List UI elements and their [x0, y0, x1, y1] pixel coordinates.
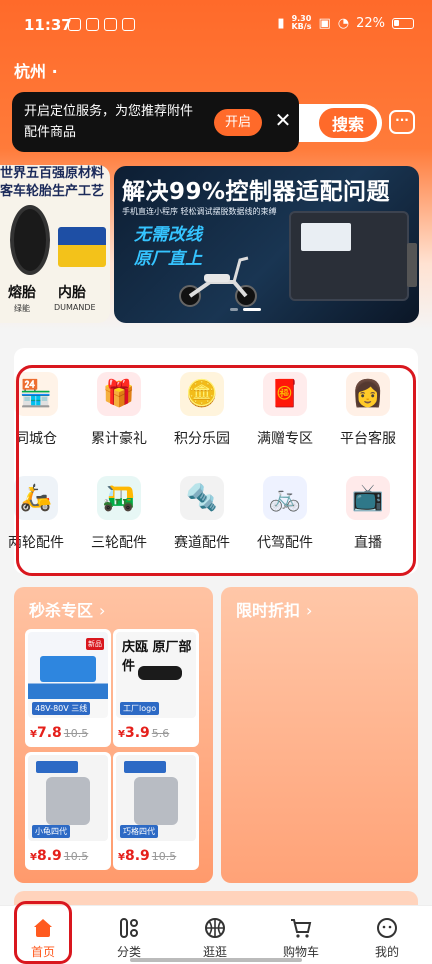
battery-icon: [392, 17, 414, 29]
pagination-dot: [230, 308, 238, 311]
nav-profile[interactable]: 我的: [344, 906, 430, 964]
nav-label: 我的: [374, 945, 399, 959]
chevron-right-icon: ›: [306, 601, 313, 620]
battery-pack-icon: 新品 48V-80V 三线: [28, 632, 108, 718]
time-discount-title-text: 限时折扣: [236, 601, 301, 620]
location-tip-text: 开启定位服务，为您推荐附件配件商品: [24, 104, 194, 140]
time-discount-section[interactable]: 限时折扣 ›: [221, 587, 418, 883]
flash-sale-title-text: 秒杀专区: [29, 601, 94, 620]
product-price-value: 8.9: [36, 848, 62, 864]
sim-icon: ▣: [318, 15, 331, 31]
banner-subline: 手机直连小程序 轻松调试摆脱数据线的束缚: [122, 207, 277, 216]
message-icon[interactable]: ···: [389, 110, 415, 134]
product-card[interactable]: 庆瓯 原厂部件工厂logo ¥3.9 5.6: [113, 629, 199, 747]
app-icon: [104, 18, 117, 31]
banner-pagination: [230, 308, 261, 311]
controller-image: [289, 211, 417, 301]
banner-slide-current[interactable]: 解决99%控制器适配问题 手机直连小程序 轻松调试摆脱数据线的束缚 无需改线 原…: [114, 166, 419, 323]
tire-image: [10, 205, 50, 275]
product-price-value: 7.8: [36, 725, 62, 741]
category-highlight-outline: [16, 365, 416, 576]
status-notification-icons: [68, 18, 135, 31]
nav-category[interactable]: 分类: [86, 906, 172, 964]
network-speed: 9.30 KB/s: [291, 15, 311, 31]
cart-icon: [289, 916, 313, 940]
banner-headline: 解决99%控制器适配问题: [122, 179, 391, 205]
product-image-title: 庆瓯 原厂部件: [122, 640, 192, 674]
caption-right: 内胎: [58, 285, 86, 301]
currency-symbol: ¥: [30, 852, 37, 863]
banner-left-title: 世界五百强原材料 客车轮胎生产工艺: [0, 165, 110, 201]
location-permission-tip: 开启定位服务，为您推荐附件配件商品 开启 ✕: [12, 92, 299, 152]
city-name: 杭州: [14, 62, 47, 81]
product-card[interactable]: 新品 48V-80V 三线 ¥7.8 10.5: [25, 629, 111, 747]
hub-motor-icon: 巧格四代: [116, 755, 196, 841]
profile-icon: [375, 916, 399, 940]
status-indicators: ▮ 9.30 KB/s ▣ ◔ 22%: [277, 15, 414, 31]
home-indicator: [130, 958, 302, 962]
enable-location-button[interactable]: 开启: [214, 109, 262, 136]
product-price: ¥3.9 5.6: [118, 725, 169, 741]
product-original-price: 10.5: [63, 727, 89, 740]
scooter-image: [179, 256, 257, 307]
nav-home-highlight-outline: [14, 901, 72, 964]
chevron-right-icon: ›: [99, 601, 106, 620]
product-price-value: 3.9: [124, 725, 150, 741]
status-bar: 11:37 ▮ 9.30 KB/s ▣ ◔ 22%: [0, 0, 432, 50]
banner-slide-previous[interactable]: 世界五百强原材料 客车轮胎生产工艺 熔胎 内胎 绿能 DUMANDE: [0, 165, 110, 323]
product-image-tag: 新品: [86, 638, 104, 650]
banner-left-title-line2: 客车轮胎生产工艺: [0, 184, 105, 199]
tiktok-icon: [86, 18, 99, 31]
product-original-price: 10.5: [63, 850, 89, 863]
app-icon: [122, 18, 135, 31]
status-time: 11:37: [24, 16, 72, 34]
product-image-label: 工厂logo: [120, 702, 160, 715]
product-card[interactable]: 巧格四代 ¥8.9 10.5: [113, 752, 199, 870]
vibrate-icon: ▮: [277, 15, 285, 31]
brand-logo: 绿能: [14, 304, 30, 313]
currency-symbol: ¥: [118, 729, 125, 740]
nav-cart[interactable]: 购物车: [258, 906, 344, 964]
hub-motor-icon: 小龟四代: [28, 755, 108, 841]
product-original-price: 5.6: [151, 727, 170, 740]
banner-slogan-line1: 无需改线: [134, 225, 202, 245]
product-price: ¥8.9 10.5: [118, 848, 176, 864]
product-image-label: 48V-80V 三线: [32, 702, 91, 715]
tire-box-image: [58, 227, 106, 267]
product-card[interactable]: 小龟四代 ¥8.9 10.5: [25, 752, 111, 870]
product-image-label: 巧格四代: [120, 825, 158, 838]
product-price: ¥8.9 10.5: [30, 848, 88, 864]
category-icon: [117, 916, 141, 940]
nav-explore[interactable]: 逛逛: [172, 906, 258, 964]
currency-symbol: ¥: [30, 729, 37, 740]
network-speed-unit: KB/s: [291, 22, 312, 31]
caption-left: 熔胎: [8, 285, 36, 301]
search-button[interactable]: 搜索: [317, 106, 379, 140]
time-discount-title[interactable]: 限时折扣 ›: [236, 597, 312, 621]
banner-left-caption: 熔胎 内胎: [8, 282, 108, 302]
wifi-icon: ◔: [337, 15, 350, 31]
brand-logo: DUMANDE: [54, 303, 96, 312]
brand-logos: 绿能 DUMANDE: [14, 303, 96, 314]
battery-percent: 22%: [356, 15, 385, 31]
currency-symbol: ¥: [118, 852, 125, 863]
flash-sale-title[interactable]: 秒杀专区 ›: [29, 597, 105, 621]
gallery-icon: [68, 18, 81, 31]
banner-left-title-line1: 世界五百强原材料: [0, 166, 105, 181]
product-price-value: 8.9: [124, 848, 150, 864]
flash-sale-section[interactable]: 秒杀专区 › 新品 48V-80V 三线 ¥7.8 10.5 庆瓯 原厂部件 工厂logo ¥…: [14, 587, 213, 883]
product-price: ¥7.8 10.5: [30, 725, 88, 741]
close-icon[interactable]: ✕: [271, 108, 295, 132]
throttle-grip-icon: 庆瓯 原厂部件工厂logo: [116, 632, 196, 718]
product-original-price: 10.5: [151, 850, 177, 863]
product-image-label: 小龟四代: [32, 825, 70, 838]
pagination-dot-active: [243, 308, 261, 311]
basketball-icon: [203, 916, 227, 940]
city-selector[interactable]: 杭州 ·: [14, 58, 58, 82]
